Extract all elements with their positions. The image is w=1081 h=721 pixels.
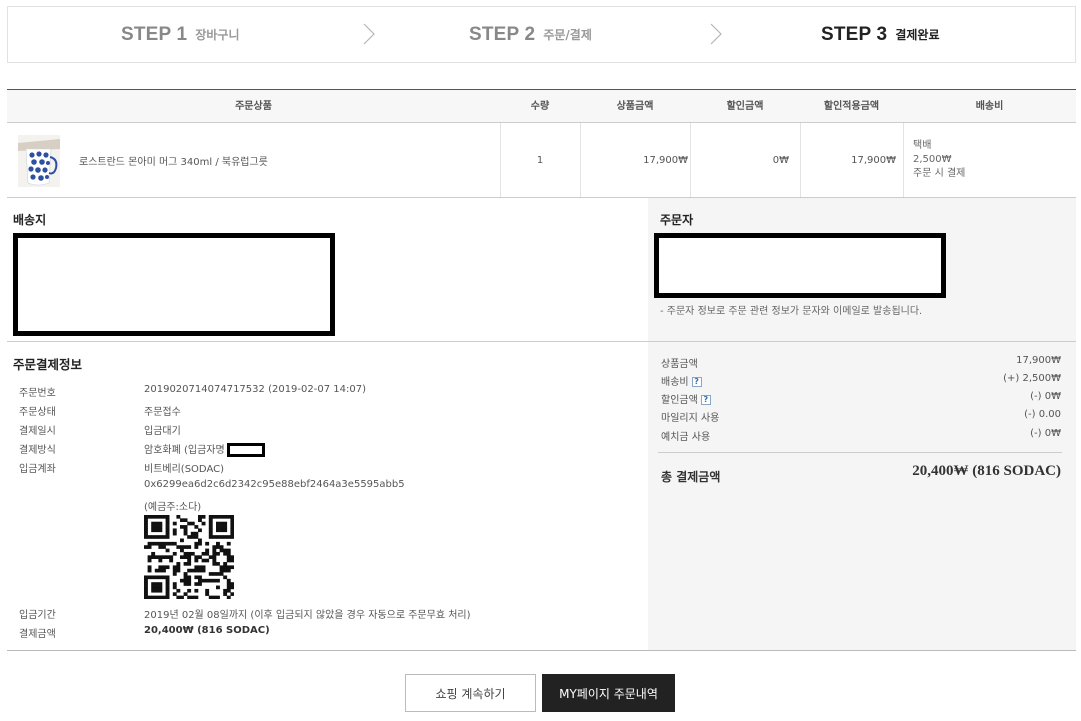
summary-value-shipping: (+) 2,500₩ [1003, 373, 1061, 384]
orderer-title: 주문자 [660, 213, 694, 227]
col-price: 상품금액 [616, 101, 654, 112]
orderer-section: 주문자 - 주문자 정보로 주문 관련 정보가 문자와 이메일로 발송됩니다. [648, 198, 1076, 341]
summary-value-deposit: (-) 0₩ [1030, 428, 1061, 439]
table-header: 주문상품 수량 상품금액 할인금액 할인적용금액 배송비 [7, 89, 1076, 123]
summary-label-shipping: 배송비? [661, 373, 702, 388]
payment-summary: 상품금액 17,900₩ 배송비? (+) 2,500₩ 할인금액? (-) 0… [648, 342, 1076, 650]
summary-value-mileage: (-) 0.00 [1024, 409, 1061, 420]
step-cart: STEP 1 장바구니 [121, 7, 240, 62]
step-name: 장바구니 [195, 28, 240, 42]
method-label: 결제방식 [19, 445, 56, 456]
price-cell: 17,900₩ [580, 123, 688, 197]
step-number: STEP 1 [121, 23, 188, 45]
status-value: 주문접수 [144, 407, 181, 418]
wallet-qr-code [144, 515, 235, 600]
product-name-text[interactable]: 로스트란드 몬아미 머그 340ml / 북유럽그릇 [79, 153, 268, 168]
pay-date-value: 입금대기 [144, 426, 181, 437]
redacted-address [13, 233, 335, 336]
mypage-orders-button[interactable]: MY페이지 주문내역 [542, 674, 675, 712]
redacted-orderer [654, 233, 946, 298]
step-number: STEP 3 [821, 23, 888, 45]
deadline-label: 입금기간 [19, 610, 56, 621]
amount-value: 20,400₩ (816 SODAC) [144, 625, 270, 636]
shipping-cell: 택배 2,500₩ 주문 시 결제 [913, 123, 1073, 197]
account-holder: (예금주:소다) [144, 502, 202, 513]
question-icon[interactable]: ? [691, 377, 702, 387]
redacted-depositor [226, 443, 265, 457]
shipping-note: 주문 시 결제 [913, 168, 966, 179]
product-thumbnail[interactable] [18, 135, 60, 187]
account-name: 비트베리(SODAC) [144, 464, 224, 475]
summary-label-deposit: 예치금 사용 [661, 432, 711, 443]
step-name: 주문/결제 [543, 28, 592, 42]
order-steps: STEP 1 장바구니 STEP 2 주문/결제 STEP 3 결제완료 [7, 6, 1076, 63]
col-discount: 할인금액 [726, 101, 764, 112]
col-discounted-price: 할인적용금액 [823, 101, 880, 112]
shipping-section: 배송지 [7, 198, 648, 341]
amount-label: 결제금액 [19, 629, 56, 640]
discount-value: 0₩ [772, 154, 789, 166]
shipping-method: 택배 [913, 140, 932, 151]
order-table: 주문상품 수량 상품금액 할인금액 할인적용금액 배송비 로스트란드 몬아미 머… [7, 89, 1076, 198]
method-text: 암호화폐 (입금자명 [144, 445, 225, 456]
price-value: 17,900₩ [643, 154, 688, 166]
order-no-value: 2019020714074717532 (2019-02-07 14:07) [144, 384, 366, 395]
continue-shopping-button[interactable]: 쇼핑 계속하기 [405, 674, 536, 712]
chevron-right-icon [704, 22, 728, 46]
qty-value: 1 [536, 154, 544, 166]
orderer-note: - 주문자 정보로 주문 관련 정보가 문자와 이메일로 발송됩니다. [660, 306, 923, 317]
col-shipping: 배송비 [975, 101, 1004, 112]
method-value: 암호화폐 (입금자명 [144, 441, 265, 457]
pay-date-label: 결제일시 [19, 426, 56, 437]
discounted-price-cell: 17,900₩ [800, 123, 896, 197]
step-complete: STEP 3 결제완료 [821, 7, 940, 62]
summary-label-product: 상품금액 [661, 359, 698, 370]
deadline-value: 2019년 02월 08일까지 (이후 입금되지 않았을 경우 자동으로 주문무… [144, 610, 471, 621]
discounted-price-value: 17,900₩ [851, 154, 896, 166]
step-checkout: STEP 2 주문/결제 [469, 7, 592, 62]
chevron-right-icon [357, 22, 381, 46]
payment-info-section: 주문결제정보 주문번호 2019020714074717532 (2019-02… [7, 342, 648, 650]
step-number: STEP 2 [469, 23, 536, 45]
status-label: 주문상태 [19, 407, 56, 418]
product-name[interactable]: 로스트란드 몬아미 머그 340ml / 북유럽그릇 [79, 123, 499, 197]
step-name: 결제완료 [895, 28, 940, 42]
account-address[interactable]: 0x6299ea6d2c6d2342c95e88ebf2464a3e5595ab… [144, 479, 405, 490]
discount-cell: 0₩ [690, 123, 789, 197]
order-no-label: 주문번호 [19, 388, 56, 399]
account-label: 입금계좌 [19, 464, 56, 475]
question-icon[interactable]: ? [700, 395, 711, 405]
total-label: 총 결제금액 [661, 470, 721, 484]
summary-label-mileage: 마일리지 사용 [661, 413, 720, 424]
qty-cell: 1 [500, 123, 580, 197]
shipping-fee: 2,500₩ [913, 154, 952, 165]
shipping-title: 배송지 [13, 213, 47, 227]
summary-value-product: 17,900₩ [1016, 355, 1061, 366]
summary-label-discount: 할인금액? [661, 391, 711, 406]
payment-info-title: 주문결제정보 [13, 357, 83, 372]
total-value: 20,400₩ (816 SODAC) [912, 463, 1061, 479]
table-row: 로스트란드 몬아미 머그 340ml / 북유럽그릇 1 17,900₩ 0₩ … [7, 123, 1076, 198]
summary-value-discount: (-) 0₩ [1030, 391, 1061, 402]
col-product: 주문상품 [235, 101, 272, 112]
col-qty: 수량 [530, 101, 550, 112]
